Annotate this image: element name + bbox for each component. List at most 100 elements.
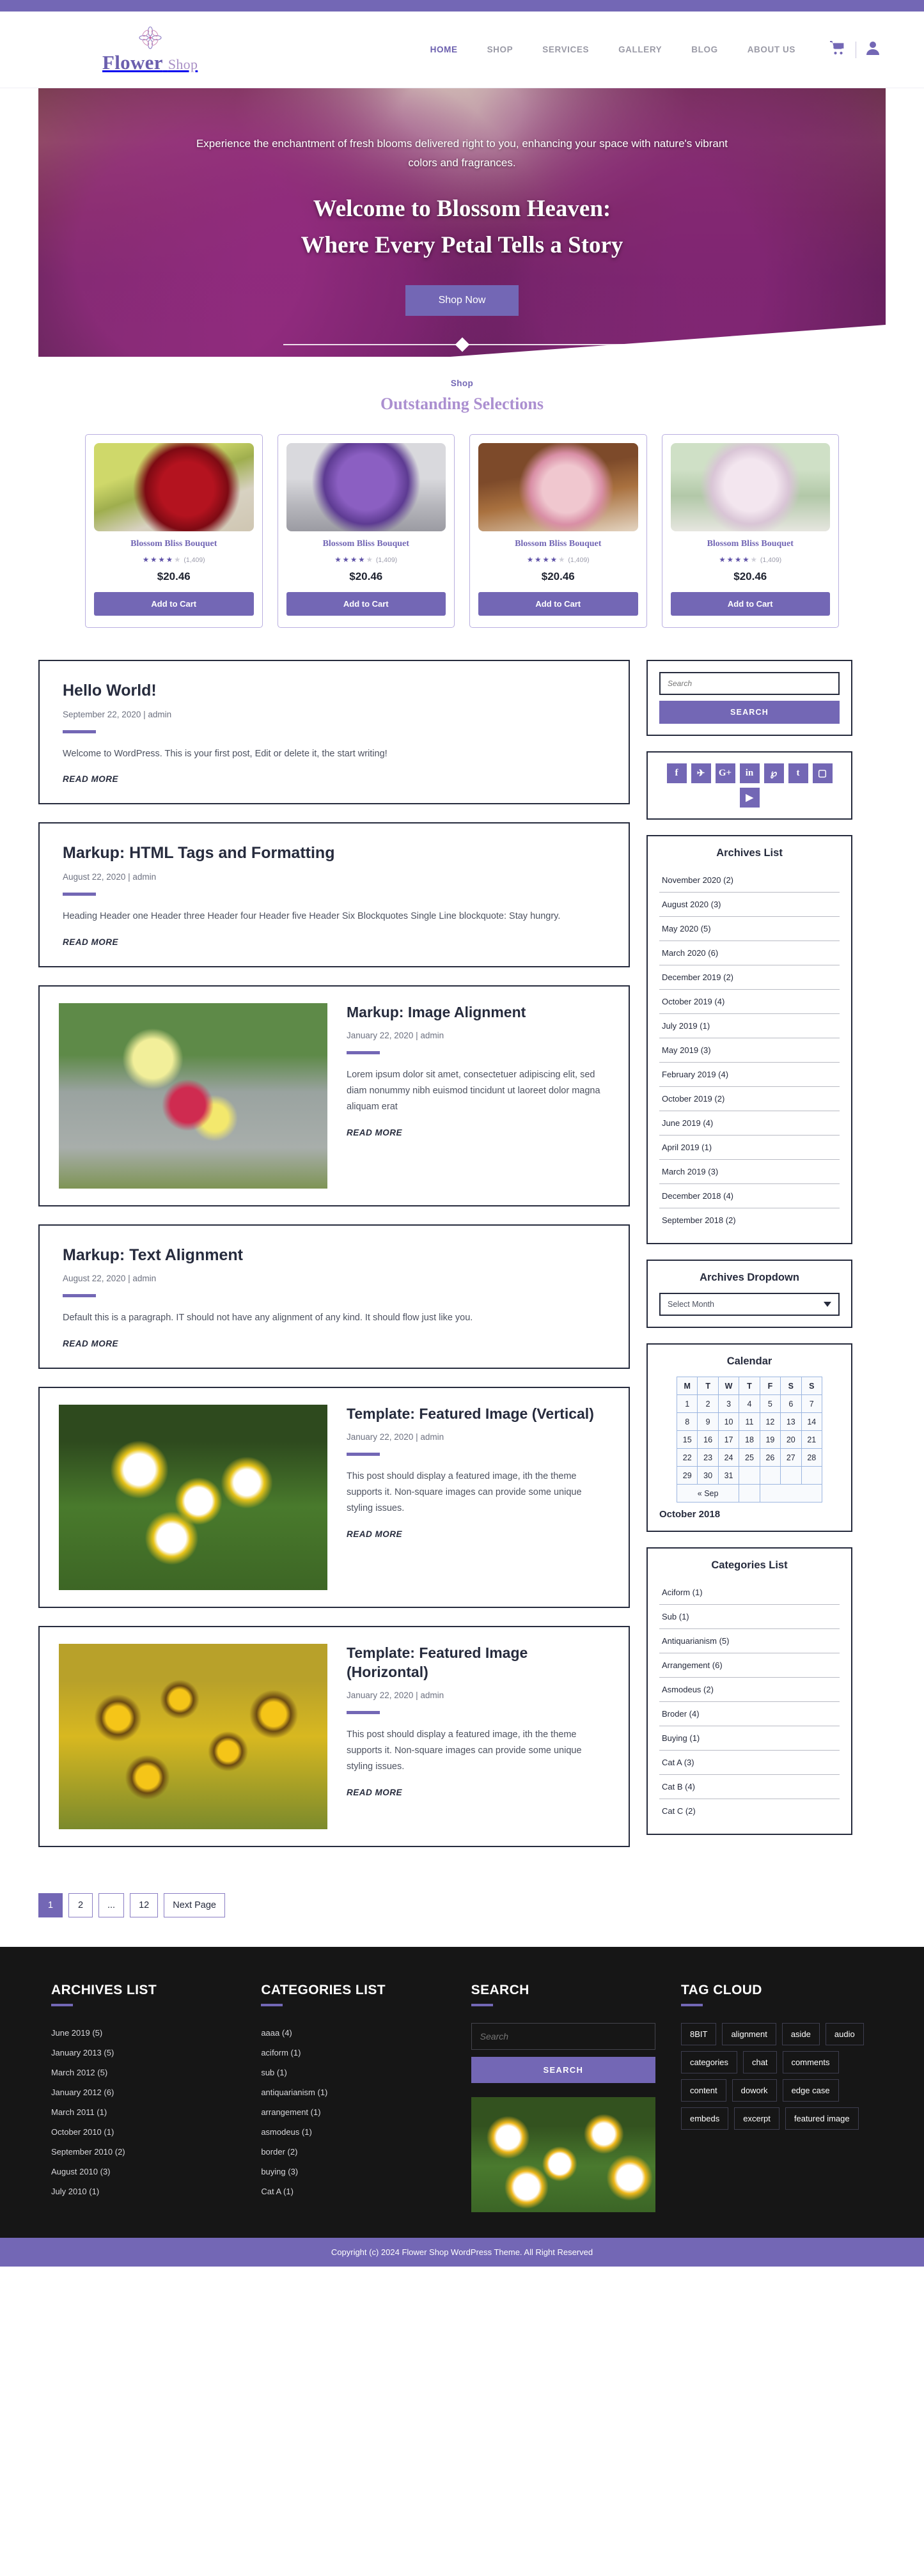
calendar-day[interactable]: 6	[780, 1394, 802, 1413]
footer-archive-link[interactable]: January 2012 (6)	[51, 2082, 235, 2102]
nav-item-blog[interactable]: BLOG	[691, 45, 717, 54]
page-button-12[interactable]: 12	[130, 1893, 159, 1918]
product-card[interactable]: Blossom Bliss Bouquet ★★★★★ (1,409) $20.4…	[469, 434, 647, 628]
footer-archive-link[interactable]: March 2011 (1)	[51, 2102, 235, 2122]
tag-link[interactable]: dowork	[732, 2079, 777, 2102]
site-logo[interactable]: Flower Shop	[102, 26, 198, 74]
calendar-day[interactable]: 13	[780, 1412, 802, 1431]
search-input[interactable]	[659, 672, 840, 695]
calendar-day[interactable]: 24	[717, 1448, 740, 1467]
add-to-cart-button[interactable]: Add to Cart	[286, 592, 446, 616]
page-button-2[interactable]: 2	[68, 1893, 93, 1918]
calendar-next-month-link[interactable]	[759, 1484, 823, 1503]
read-more-link[interactable]: READ MORE	[347, 1128, 402, 1137]
calendar-day[interactable]: 4	[739, 1394, 760, 1413]
calendar-day[interactable]: 15	[676, 1430, 698, 1449]
archive-link[interactable]: August 2020 (3)	[659, 893, 840, 916]
archive-link[interactable]: May 2019 (3)	[659, 1038, 840, 1062]
read-more-link[interactable]: READ MORE	[63, 1339, 118, 1348]
nav-item-shop[interactable]: SHOP	[487, 45, 513, 54]
category-link[interactable]: Cat A (3)	[659, 1751, 840, 1774]
category-link[interactable]: Broder (4)	[659, 1702, 840, 1726]
calendar-day[interactable]: 21	[801, 1430, 823, 1449]
footer-archive-link[interactable]: October 2010 (1)	[51, 2122, 235, 2142]
archives-month-select[interactable]: Select Month	[659, 1293, 840, 1316]
archive-link[interactable]: November 2020 (2)	[659, 868, 840, 892]
footer-search-input[interactable]	[471, 2023, 655, 2050]
tag-link[interactable]: excerpt	[734, 2107, 779, 2130]
tag-link[interactable]: content	[680, 2079, 726, 2102]
footer-archive-link[interactable]: January 2013 (5)	[51, 2043, 235, 2063]
archive-link[interactable]: April 2019 (1)	[659, 1136, 840, 1159]
category-link[interactable]: Cat C (2)	[659, 1799, 840, 1823]
pinterest-icon[interactable]: ℘	[763, 763, 784, 783]
shopping-cart-icon[interactable]	[830, 41, 845, 58]
archive-link[interactable]: March 2020 (6)	[659, 941, 840, 965]
read-more-link[interactable]: READ MORE	[63, 774, 118, 784]
footer-category-link[interactable]: asmodeus (1)	[261, 2122, 445, 2142]
calendar-day[interactable]: 19	[759, 1430, 781, 1449]
archive-link[interactable]: October 2019 (4)	[659, 990, 840, 1013]
calendar-day[interactable]: 5	[759, 1394, 781, 1413]
calendar-day[interactable]: 1	[676, 1394, 698, 1413]
tag-link[interactable]: 8BIT	[680, 2023, 717, 2046]
calendar-day[interactable]: 27	[780, 1448, 802, 1467]
footer-category-link[interactable]: arrangement (1)	[261, 2102, 445, 2122]
calendar-day[interactable]: 14	[801, 1412, 823, 1431]
calendar-day[interactable]: 25	[739, 1448, 760, 1467]
footer-archive-link[interactable]: July 2010 (1)	[51, 2182, 235, 2201]
calendar-day[interactable]: 20	[780, 1430, 802, 1449]
category-link[interactable]: Buying (1)	[659, 1726, 840, 1750]
product-card[interactable]: Blossom Bliss Bouquet ★★★★★ (1,409) $20.4…	[277, 434, 455, 628]
footer-archive-link[interactable]: June 2019 (5)	[51, 2023, 235, 2043]
page-button-1[interactable]: 1	[38, 1893, 63, 1918]
product-name[interactable]: Blossom Bliss Bouquet	[286, 539, 446, 549]
calendar-day[interactable]: 16	[697, 1430, 719, 1449]
linkedin-icon[interactable]: in	[739, 763, 760, 783]
archive-link[interactable]: May 2020 (5)	[659, 917, 840, 941]
calendar-day[interactable]: 17	[717, 1430, 740, 1449]
user-account-icon[interactable]	[866, 41, 879, 58]
shop-now-button[interactable]: Shop Now	[405, 285, 519, 316]
footer-category-link[interactable]: border (2)	[261, 2142, 445, 2162]
tumblr-icon[interactable]: t	[788, 763, 808, 783]
tag-link[interactable]: embeds	[680, 2107, 729, 2130]
product-name[interactable]: Blossom Bliss Bouquet	[94, 539, 254, 549]
category-link[interactable]: Aciform (1)	[659, 1581, 840, 1604]
archive-link[interactable]: December 2018 (4)	[659, 1184, 840, 1208]
calendar-prev-month-link[interactable]: « Sep	[676, 1484, 740, 1503]
category-link[interactable]: Arrangement (6)	[659, 1653, 840, 1677]
calendar-day[interactable]: 10	[717, 1412, 740, 1431]
post-title[interactable]: Template: Featured Image (Vertical)	[347, 1405, 609, 1424]
product-name[interactable]: Blossom Bliss Bouquet	[671, 539, 831, 549]
calendar-day[interactable]: 26	[759, 1448, 781, 1467]
archive-link[interactable]: October 2019 (2)	[659, 1087, 840, 1111]
calendar-day[interactable]: 3	[717, 1394, 740, 1413]
footer-search-button[interactable]: SEARCH	[471, 2057, 655, 2084]
footer-category-link[interactable]: aciform (1)	[261, 2043, 445, 2063]
calendar-day[interactable]: 29	[676, 1466, 698, 1485]
archive-link[interactable]: December 2019 (2)	[659, 965, 840, 989]
product-name[interactable]: Blossom Bliss Bouquet	[478, 539, 638, 549]
category-link[interactable]: Antiquarianism (5)	[659, 1629, 840, 1653]
archive-link[interactable]: February 2019 (4)	[659, 1063, 840, 1086]
footer-category-link[interactable]: aaaa (4)	[261, 2023, 445, 2043]
footer-category-link[interactable]: buying (3)	[261, 2162, 445, 2182]
calendar-day[interactable]: 8	[676, 1412, 698, 1431]
tag-link[interactable]: categories	[680, 2051, 737, 2074]
add-to-cart-button[interactable]: Add to Cart	[478, 592, 638, 616]
category-link[interactable]: Sub (1)	[659, 1605, 840, 1628]
archive-link[interactable]: July 2019 (1)	[659, 1014, 840, 1038]
archive-link[interactable]: March 2019 (3)	[659, 1160, 840, 1183]
nav-item-services[interactable]: SERVICES	[542, 45, 589, 54]
footer-archive-link[interactable]: March 2012 (5)	[51, 2063, 235, 2082]
post-title[interactable]: Markup: Image Alignment	[347, 1003, 609, 1022]
post-title[interactable]: Markup: HTML Tags and Formatting	[63, 843, 606, 864]
post-title[interactable]: Template: Featured Image (Horizontal)	[347, 1644, 609, 1682]
archive-link[interactable]: June 2019 (4)	[659, 1111, 840, 1135]
footer-category-link[interactable]: sub (1)	[261, 2063, 445, 2082]
calendar-day[interactable]: 30	[697, 1466, 719, 1485]
footer-category-link[interactable]: antiquarianism (1)	[261, 2082, 445, 2102]
page-ellipsis[interactable]: ...	[98, 1893, 125, 1918]
tag-link[interactable]: audio	[825, 2023, 864, 2046]
